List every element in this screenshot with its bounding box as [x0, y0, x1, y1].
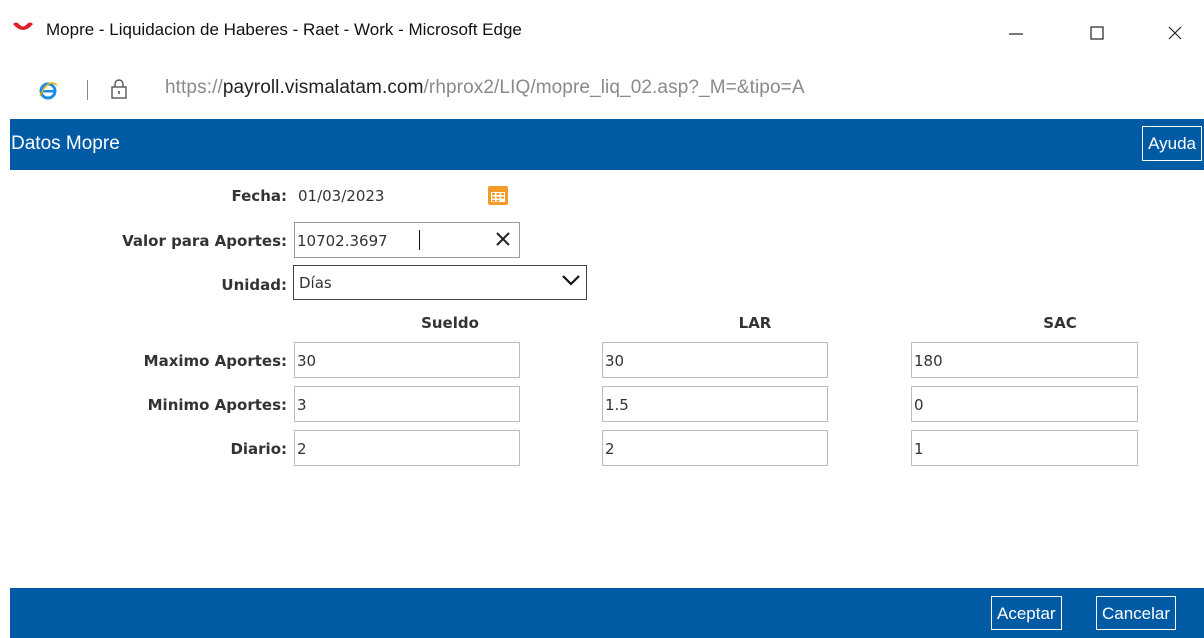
- maximo-aportes-lar-input[interactable]: 30: [602, 342, 828, 378]
- footer-bar: Aceptar Cancelar: [10, 588, 1204, 638]
- close-icon: [1168, 26, 1182, 40]
- diario-lar-input[interactable]: 2: [602, 430, 828, 466]
- window-title: Mopre - Liquidacion de Haberes - Raet - …: [46, 20, 522, 39]
- fecha-label: Fecha:: [231, 187, 287, 205]
- diario-label: Diario:: [230, 440, 287, 458]
- minimo-aportes-sueldo-input[interactable]: 3: [294, 386, 520, 422]
- ie-icon: [39, 82, 58, 100]
- chevron-down-icon: [562, 275, 580, 286]
- maximo-aportes-sac-input[interactable]: 180: [911, 342, 1138, 378]
- minimo-aportes-label: Minimo Aportes:: [147, 396, 287, 414]
- column-header-sac: SAC: [1043, 314, 1077, 332]
- diario-sueldo-input[interactable]: 2: [294, 430, 520, 466]
- maximize-icon: [1090, 26, 1104, 40]
- address-separator: [87, 80, 88, 100]
- window-titlebar: Mopre - Liquidacion de Haberes - Raet - …: [0, 0, 1204, 68]
- maximo-aportes-sueldo-input[interactable]: 30: [294, 342, 520, 378]
- valor-aportes-input[interactable]: 10702.3697: [294, 222, 520, 258]
- valor-aportes-label: Valor para Aportes:: [122, 232, 287, 250]
- url-scheme: https://: [165, 77, 223, 98]
- clear-icon[interactable]: [494, 230, 512, 248]
- url-text[interactable]: https://payroll.vismalatam.com/rhprox2/L…: [165, 77, 805, 99]
- diario-sac-input[interactable]: 1: [911, 430, 1138, 466]
- column-header-sueldo: Sueldo: [421, 314, 479, 332]
- accept-button[interactable]: Aceptar: [991, 596, 1062, 630]
- minimo-aportes-lar-input[interactable]: 1.5: [602, 386, 828, 422]
- unidad-label: Unidad:: [221, 276, 287, 294]
- url-host: payroll.vismalatam.com: [222, 77, 424, 98]
- page-title: Datos Mopre: [11, 133, 120, 154]
- minimize-icon: [1009, 33, 1023, 35]
- url-path: /rhprox2/LIQ/mopre_liq_02.asp?_M=&tipo=A: [423, 77, 805, 98]
- unidad-select[interactable]: Días: [293, 265, 587, 300]
- text-caret: [419, 230, 420, 250]
- page-header: Datos Mopre Ayuda: [10, 119, 1204, 170]
- close-window-button[interactable]: [1152, 12, 1198, 54]
- app-logo-icon: [13, 22, 33, 30]
- column-header-lar: LAR: [738, 314, 772, 332]
- minimo-aportes-sac-input[interactable]: 0: [911, 386, 1138, 422]
- calendar-icon[interactable]: [487, 184, 509, 206]
- lock-icon[interactable]: [110, 78, 128, 100]
- maximo-aportes-label: Maximo Aportes:: [143, 352, 287, 370]
- cancel-button[interactable]: Cancelar: [1096, 596, 1177, 630]
- fecha-input[interactable]: 01/03/2023: [295, 177, 485, 213]
- minimize-button[interactable]: [993, 12, 1039, 54]
- maximize-button[interactable]: [1074, 12, 1120, 54]
- help-button[interactable]: Ayuda: [1142, 126, 1202, 161]
